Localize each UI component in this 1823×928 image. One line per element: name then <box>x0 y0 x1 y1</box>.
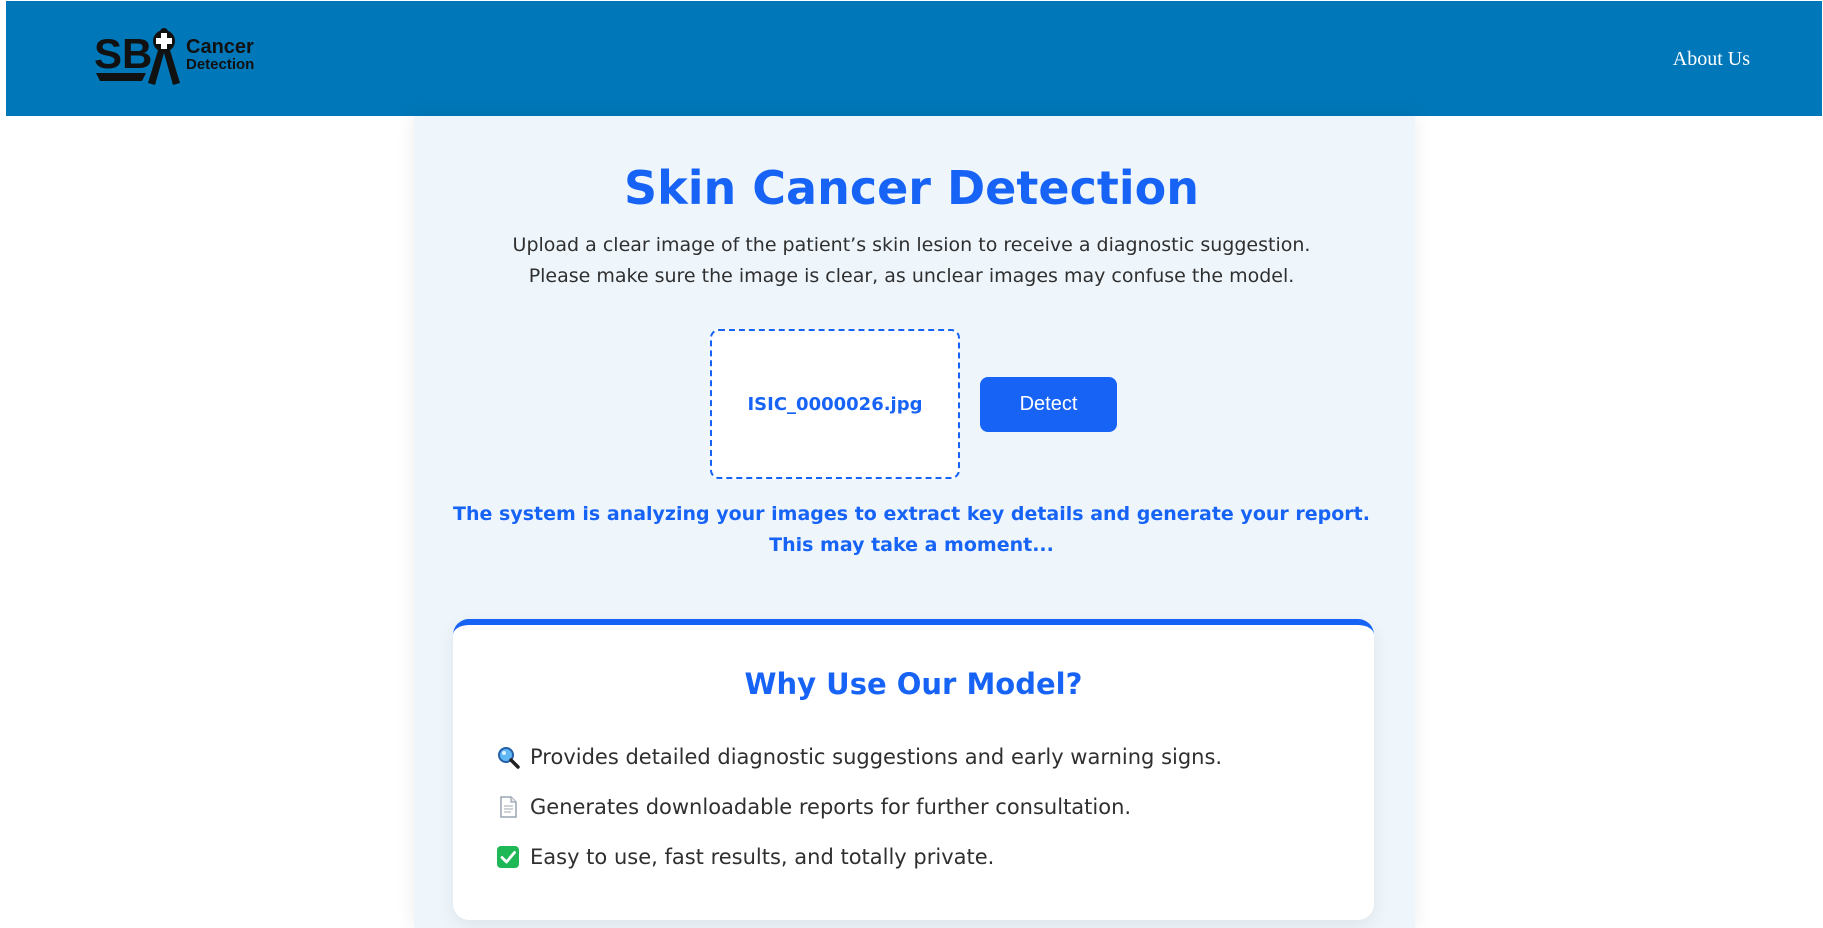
document-icon <box>496 795 524 819</box>
analysis-status-message: The system is analyzing your images to e… <box>0 499 1823 561</box>
logo-underline-shape <box>96 73 146 81</box>
top-navbar: SB Cancer Detection About Us <box>6 1 1822 116</box>
image-upload-dropzone[interactable]: ISIC_0000026.jpg <box>710 329 960 479</box>
status-line: This may take a moment... <box>769 534 1054 556</box>
why-title: Why Use Our Model? <box>744 667 1083 701</box>
selected-file-name: ISIC_0000026.jpg <box>747 393 923 415</box>
site-logo[interactable]: SB Cancer Detection <box>94 23 264 93</box>
checkmark-icon <box>496 845 524 869</box>
list-item: Provides detailed diagnostic suggestions… <box>496 732 1222 782</box>
benefit-text: Easy to use, fast results, and totally p… <box>530 845 995 869</box>
why-use-model-card: Why Use Our Model? Provides detailed dia… <box>453 619 1374 920</box>
logo-mark: SB <box>94 30 152 77</box>
list-item: Easy to use, fast results, and totally p… <box>496 832 1222 882</box>
list-item: Generates downloadable reports for furth… <box>496 782 1222 832</box>
intro-text: Upload a clear image of the patient’s sk… <box>0 230 1823 292</box>
intro-line: Upload a clear image of the patient’s sk… <box>512 234 1311 256</box>
cancer-ribbon-icon <box>148 28 180 85</box>
logo-graphic: SB Cancer Detection <box>94 28 254 85</box>
status-line: The system is analyzing your images to e… <box>453 503 1370 525</box>
magnifier-icon <box>496 745 524 769</box>
logo-word-top: Cancer <box>186 36 254 58</box>
benefits-list: Provides detailed diagnostic suggestions… <box>496 732 1222 882</box>
detect-button[interactable]: Detect <box>980 377 1117 432</box>
benefit-text: Generates downloadable reports for furth… <box>530 795 1132 819</box>
page-title: Skin Cancer Detection <box>624 161 1199 215</box>
benefit-text: Provides detailed diagnostic suggestions… <box>530 745 1223 769</box>
about-us-link[interactable]: About Us <box>1673 48 1750 71</box>
intro-line: Please make sure the image is clear, as … <box>528 265 1295 287</box>
logo-word-bottom: Detection <box>186 56 254 73</box>
